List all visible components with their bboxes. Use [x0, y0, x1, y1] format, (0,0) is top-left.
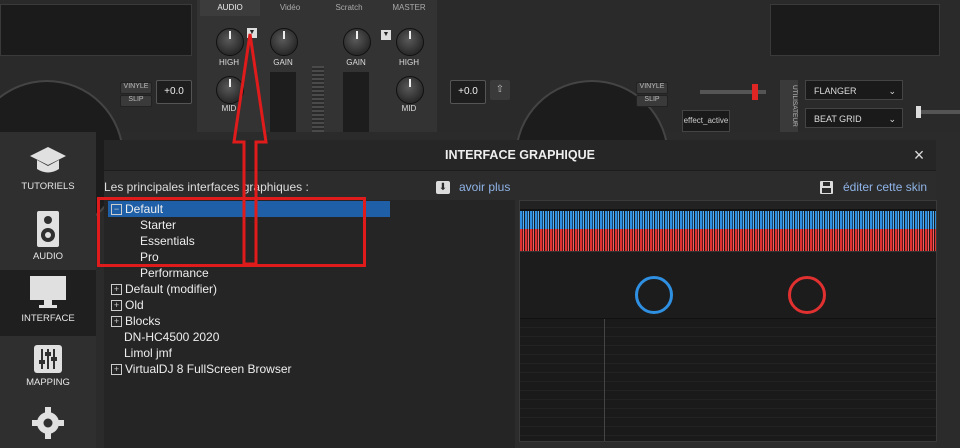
- sidebar-item-label: MAPPING: [26, 377, 70, 388]
- effect-slider-handle[interactable]: [752, 84, 758, 100]
- tree-item-label: Blocks: [125, 314, 161, 328]
- tree-item-dn-hc4500[interactable]: DN-HC4500 2020: [124, 329, 219, 345]
- close-button[interactable]: ×: [908, 140, 930, 170]
- pitch-display-right: +0.0: [450, 80, 486, 104]
- volume-fader-left[interactable]: [270, 72, 296, 132]
- sidebar-item-label: INTERFACE: [21, 313, 75, 324]
- chevron-down-icon: ⌄: [888, 114, 896, 124]
- preview-left-jog: [635, 276, 673, 314]
- sidebar-item-options[interactable]: [0, 406, 96, 446]
- high-knob-right[interactable]: [396, 28, 424, 56]
- effect-select-2[interactable]: BEAT GRID ⌄: [805, 108, 903, 128]
- tree-item-blocks[interactable]: + Blocks: [111, 313, 160, 329]
- sidebar-item-label: TUTORIELS: [21, 181, 75, 192]
- gain-label-right: GAIN: [346, 58, 366, 67]
- tree-item-default-modifier[interactable]: + Default (modifier): [111, 281, 217, 297]
- effect-select-2-label: BEAT GRID: [814, 114, 862, 124]
- tree-item-performance[interactable]: Performance: [140, 265, 209, 281]
- dialog-title: INTERFACE GRAPHIQUE: [444, 148, 595, 162]
- gear-icon: [32, 407, 64, 439]
- right-deck-waveform: [770, 4, 940, 56]
- sidebar-item-label: AUDIO: [32, 251, 64, 262]
- gain-knob-left[interactable]: [270, 28, 298, 56]
- tree-item-label: Default (modifier): [125, 282, 218, 296]
- dropdown-arrow-icon[interactable]: ▼: [381, 30, 391, 40]
- slip-button-right[interactable]: SLIP: [636, 95, 668, 107]
- settings-sidebar: TUTORIELS AUDIO INTERFACE MAPPING: [0, 132, 96, 448]
- sliders-icon: [34, 345, 62, 373]
- expand-icon[interactable]: +: [111, 284, 122, 295]
- tree-item-label: VirtualDJ 8 FullScreen Browser: [125, 362, 292, 376]
- preview-topbar: [520, 201, 936, 209]
- high-label-right: HIGH: [399, 58, 419, 67]
- graduation-cap-icon: [30, 147, 66, 173]
- skin-preview-image: [519, 200, 937, 442]
- tree-item-old[interactable]: + Old: [111, 297, 144, 313]
- edit-skin-link[interactable]: éditer cette skin: [843, 180, 927, 194]
- mid-label-right: MID: [401, 104, 417, 113]
- fx-param-slider[interactable]: [918, 110, 960, 114]
- preview-right-jog: [788, 276, 826, 314]
- save-icon[interactable]: [820, 181, 833, 194]
- tree-item-label: Old: [125, 298, 144, 312]
- sidebar-item-interface[interactable]: INTERFACE: [0, 270, 96, 336]
- dialog-titlebar: INTERFACE GRAPHIQUE ×: [104, 140, 936, 171]
- preview-waveform-red: [520, 229, 936, 251]
- sidebar-item-audio[interactable]: AUDIO: [0, 210, 96, 268]
- download-icon[interactable]: ⬇: [436, 181, 450, 194]
- vinyl-button-left[interactable]: VINYLE: [120, 82, 152, 94]
- effect-active-button[interactable]: effect_active: [682, 110, 730, 132]
- slip-button-left[interactable]: SLIP: [120, 95, 152, 107]
- arrow-annotation: [232, 33, 268, 266]
- tree-item-limol[interactable]: Limol jmf: [124, 345, 172, 361]
- speaker-icon: [37, 211, 59, 247]
- effect-select-1-label: FLANGER: [814, 86, 857, 96]
- preview-browser: [520, 319, 936, 441]
- tab-scratch[interactable]: Scratch: [320, 0, 378, 16]
- tab-audio[interactable]: AUDIO: [200, 0, 260, 16]
- utility-tab[interactable]: UTILISATEUR: [780, 80, 798, 132]
- tab-video[interactable]: Vidéo: [262, 0, 318, 16]
- dj-deck-area: AUDIO Vidéo Scratch MASTER ▼ HIGH GAIN G…: [0, 0, 960, 234]
- preview-browser-divider: [604, 319, 605, 441]
- skins-heading: Les principales interfaces graphiques :: [104, 180, 309, 194]
- expand-icon[interactable]: +: [111, 364, 122, 375]
- tree-item-virtualdj8-fullscreen[interactable]: + VirtualDJ 8 FullScreen Browser: [111, 361, 292, 377]
- mid-knob-right[interactable]: [396, 76, 424, 104]
- volume-fader-right[interactable]: [343, 72, 369, 132]
- tab-master[interactable]: MASTER: [380, 0, 438, 16]
- expand-icon[interactable]: +: [111, 316, 122, 327]
- more-skins-link[interactable]: avoir plus: [459, 180, 510, 194]
- vu-meter: [312, 66, 324, 132]
- monitor-icon: [30, 276, 66, 308]
- left-deck-waveform: [0, 4, 192, 56]
- vinyl-button-right[interactable]: VINYLE: [636, 82, 668, 94]
- sidebar-item-mapping[interactable]: MAPPING: [0, 344, 96, 402]
- upload-icon[interactable]: ⇧: [490, 80, 510, 100]
- fx-param-handle[interactable]: [916, 106, 921, 118]
- pitch-display-left: +0.0: [156, 80, 192, 104]
- expand-icon[interactable]: +: [111, 300, 122, 311]
- sidebar-item-tutoriels[interactable]: TUTORIELS: [0, 144, 96, 202]
- effect-select-1[interactable]: FLANGER ⌄: [805, 80, 903, 100]
- preview-decks: [520, 251, 936, 318]
- chevron-down-icon: ⌄: [888, 86, 896, 96]
- gain-knob-right[interactable]: [343, 28, 371, 56]
